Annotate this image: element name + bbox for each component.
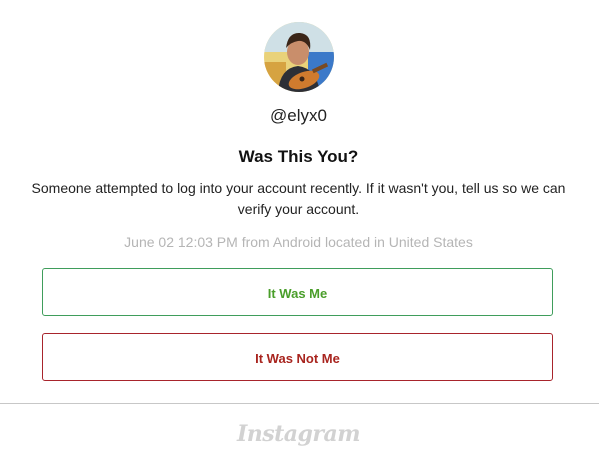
username: @elyx0 — [270, 106, 327, 125]
instagram-logo: Instagram — [236, 421, 361, 447]
verification-message: Someone attempted to log into your accou… — [31, 180, 566, 217]
it-was-me-button[interactable]: It Was Me — [42, 268, 553, 316]
login-verification-page: @elyx0 Was This You? Someone attempted t… — [0, 0, 609, 457]
page-title: Was This You? — [238, 147, 359, 166]
profile-photo-icon — [264, 22, 334, 92]
it-was-not-me-button[interactable]: It Was Not Me — [42, 333, 553, 381]
login-details: June 02 12:03 PM from Android located in… — [124, 234, 473, 250]
avatar — [264, 22, 334, 92]
footer-divider — [0, 403, 599, 404]
